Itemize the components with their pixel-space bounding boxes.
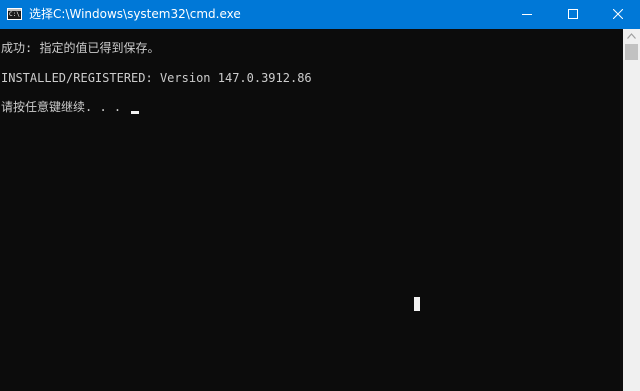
window-title: 选择C:\Windows\system32\cmd.exe — [29, 7, 241, 21]
console-line-success: 成功: 指定的值已得到保存。 — [1, 41, 160, 55]
cmd-icon[interactable]: C:\ — [7, 8, 22, 20]
minimize-icon — [522, 14, 532, 15]
scroll-up-arrow-icon — [627, 33, 636, 39]
close-icon — [613, 9, 623, 19]
cmd-icon-prompt: C:\ — [9, 11, 20, 18]
scroll-thumb[interactable] — [625, 44, 638, 60]
text-cursor — [131, 111, 140, 114]
scroll-up-button[interactable] — [623, 29, 640, 43]
cmd-window: C:\ 选择C:\Windows\system32\cmd.exe 成功: 指定… — [0, 0, 640, 391]
close-button[interactable] — [596, 0, 640, 29]
minimize-button[interactable] — [504, 0, 550, 29]
console-line-installed: INSTALLED/REGISTERED: Version 147.0.3912… — [1, 71, 312, 85]
console-line-prompt: 请按任意键继续. . . — [1, 99, 140, 115]
maximize-button[interactable] — [550, 0, 596, 29]
console-output[interactable]: 成功: 指定的值已得到保存。 INSTALLED/REGISTERED: Ver… — [0, 29, 623, 391]
vertical-scrollbar[interactable] — [623, 29, 640, 391]
press-any-key-text: 请按任意键继续. . . — [1, 100, 129, 114]
maximize-icon — [568, 9, 578, 19]
mouse-cursor-block — [414, 297, 420, 311]
title-bar[interactable]: C:\ 选择C:\Windows\system32\cmd.exe — [0, 0, 640, 29]
